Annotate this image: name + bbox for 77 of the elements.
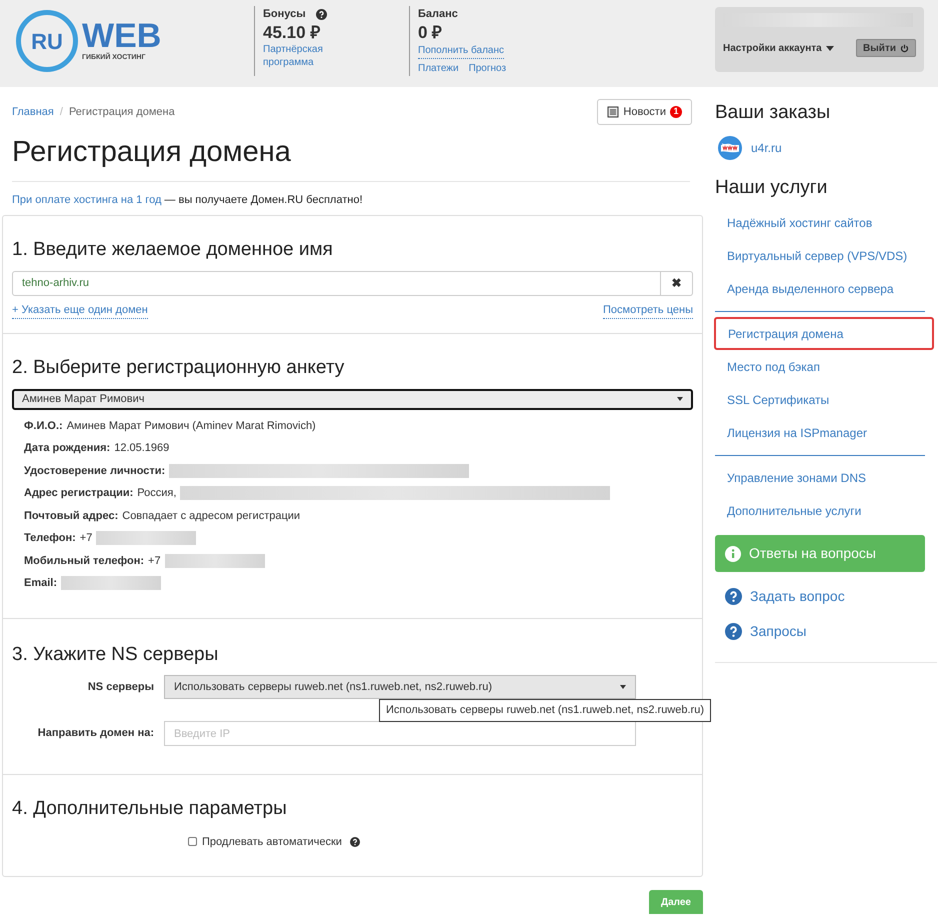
power-icon xyxy=(900,44,909,52)
promo-text: При оплате хостинга на 1 год — вы получаете Домен.RU бесплатно! xyxy=(12,192,364,208)
account-settings-button[interactable]: Настройки аккаунта xyxy=(723,40,834,56)
breadcrumb: Регистрация домена xyxy=(68,105,175,120)
caret-icon xyxy=(826,46,834,50)
service-link[interactable]: SSL Сертификаты xyxy=(715,383,925,416)
notification-badge: 1 xyxy=(670,106,682,118)
breadcrumb[interactable]: Главная xyxy=(12,104,54,120)
detail-label: Дата рождения: xyxy=(24,441,110,456)
balance-link[interactable]: Прогноз xyxy=(468,60,506,76)
service-link[interactable]: Лицензия на ISPmanager xyxy=(715,416,925,449)
detail-label: Телефон: xyxy=(24,531,76,546)
balance-link[interactable]: Платежи xyxy=(418,60,459,76)
logo-mark: RU xyxy=(31,28,63,56)
step-heading: 1. Введите желаемое доменное имя xyxy=(12,238,334,262)
affiliate-link[interactable]: Партнёрская программа xyxy=(263,42,343,68)
detail-value: Россия, xyxy=(137,486,176,501)
bonus-label: Бонусы xyxy=(263,7,306,22)
help-link[interactable]: Запросы xyxy=(750,621,806,642)
detail-label: Адрес регистрации: xyxy=(24,486,134,501)
news-button[interactable]: Новости 1 xyxy=(597,99,692,125)
profile-select[interactable]: Аминев Марат Римович xyxy=(12,388,693,410)
balance-label: Баланс xyxy=(418,7,459,22)
faq-button[interactable]: Ответы на вопросы xyxy=(715,535,925,572)
detail-label: Почтовый адрес: xyxy=(24,508,118,524)
ip-label: Направить домен на: xyxy=(36,726,155,742)
next-button[interactable]: Далее xyxy=(648,890,703,914)
step-heading: 3. Укажите NS серверы xyxy=(12,642,220,666)
service-link[interactable]: Регистрация домена xyxy=(714,317,934,350)
orders-heading: Ваши заказы xyxy=(715,101,832,125)
prices-link[interactable]: Посмотреть цены xyxy=(603,302,693,319)
domain-input[interactable]: tehno-arhiv.ru xyxy=(12,270,661,296)
auto-renew-label[interactable]: Продлевать автоматически xyxy=(202,834,342,850)
globe-icon xyxy=(718,136,742,160)
service-link[interactable]: Виртуальный сервер (VPS/VDS) xyxy=(715,239,925,272)
order-link[interactable]: u4r.ru xyxy=(751,138,782,156)
detail-value: Аминев Марат Римович (Aminev Marat Rimovich) xyxy=(66,418,316,434)
clear-button[interactable]: ✖ xyxy=(661,270,693,296)
help-link[interactable]: Задать вопрос xyxy=(750,586,845,607)
detail-value: +7 xyxy=(148,554,161,568)
page-title: Регистрация домена xyxy=(12,131,690,182)
help-icon xyxy=(350,836,360,847)
detail-label: Ф.И.О.: xyxy=(24,418,63,434)
help-icon xyxy=(316,8,327,20)
top-up-link[interactable]: Пополнить баланс xyxy=(418,42,504,58)
service-link[interactable]: Место под бэкап xyxy=(715,350,925,383)
add-domain-link[interactable]: + Указать еще один домен xyxy=(12,302,148,319)
logout-button[interactable]: Выйти xyxy=(856,39,916,57)
promo-link[interactable]: При оплате хостинга на 1 год xyxy=(12,194,162,206)
ns-select[interactable]: Использовать серверы ruweb.net (ns1.ruweb.net, ns2.ruweb.ru) xyxy=(164,675,636,699)
ip-input[interactable]: Введите IP xyxy=(164,721,636,746)
checkbox[interactable] xyxy=(188,837,197,846)
service-link[interactable]: Управление зонами DNS xyxy=(715,461,925,494)
service-link[interactable]: Надёжный хостинг сайтов xyxy=(715,206,925,239)
bonus-amount: 45.10 ₽ xyxy=(263,22,322,42)
service-link[interactable]: Аренда выделенного сервера xyxy=(715,272,925,305)
caret-icon xyxy=(677,397,683,401)
step-heading: 4. Дополнительные параметры xyxy=(12,797,288,821)
service-link[interactable]: Дополнительные услуги xyxy=(715,494,925,527)
balance-amount: 0 ₽ xyxy=(418,22,444,42)
detail-label: Email: xyxy=(24,576,58,591)
step-heading: 2. Выберите регистрационную анкету xyxy=(12,356,346,380)
detail-label: Удостоверение личности: xyxy=(24,464,166,478)
help-icon xyxy=(725,623,742,640)
services-heading: Наши услуги xyxy=(715,176,828,200)
detail-label: Мобильный телефон: xyxy=(24,554,144,568)
breadcrumb-separator: / xyxy=(60,105,63,120)
detail-value: 12.05.1969 xyxy=(114,441,170,456)
detail-value: +7 xyxy=(80,531,92,546)
newspaper-icon xyxy=(607,106,620,118)
caret-icon xyxy=(620,685,626,689)
ns-label: NS серверы xyxy=(86,680,155,695)
info-icon xyxy=(725,546,741,562)
detail-value: Совпадает с адресом регистрации xyxy=(122,508,300,524)
logo-word: WEB xyxy=(82,18,162,53)
tooltip: Использовать серверы ruweb.net (ns1.ruweb.net, ns2.ruweb.ru) xyxy=(379,699,711,722)
help-icon xyxy=(725,588,742,605)
